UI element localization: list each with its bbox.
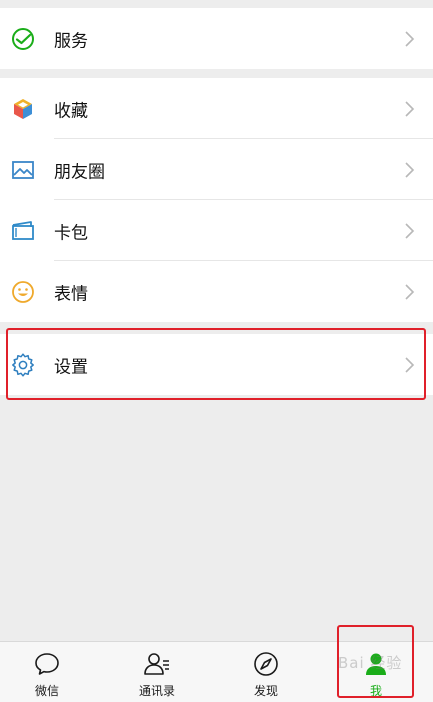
tab-contacts-label: 通讯录 [138, 684, 175, 698]
contacts-icon [144, 653, 169, 675]
me-tab-highlight-box [337, 625, 414, 698]
service-row[interactable]: 服务 [0, 8, 433, 69]
chevron-right-icon [405, 283, 415, 300]
compass-icon [254, 652, 278, 676]
cube-icon [10, 96, 36, 122]
features-group: 收藏 朋友圈 卡包 表情 [0, 78, 433, 322]
chevron-right-icon [405, 222, 415, 239]
chevron-right-icon [405, 30, 415, 47]
smiley-icon [10, 279, 36, 305]
stickers-row[interactable]: 表情 [0, 261, 433, 322]
chevron-right-icon [405, 161, 415, 178]
cards-label: 卡包 [54, 223, 88, 243]
tab-contacts[interactable]: 通讯录 [117, 642, 197, 702]
service-label: 服务 [54, 31, 88, 51]
stickers-label: 表情 [54, 284, 88, 304]
tab-discover[interactable]: 发现 [226, 642, 306, 702]
favorites-label: 收藏 [54, 101, 88, 121]
moments-label: 朋友圈 [54, 162, 105, 182]
card-wallet-icon [10, 218, 36, 244]
tab-discover-label: 发现 [253, 684, 278, 698]
settings-highlight-box [6, 328, 426, 400]
favorites-row[interactable]: 收藏 [0, 78, 433, 139]
moments-row[interactable]: 朋友圈 [0, 139, 433, 200]
picture-icon [10, 157, 36, 183]
cards-row[interactable]: 卡包 [0, 200, 433, 261]
chevron-right-icon [405, 100, 415, 117]
chat-bubble-icon [35, 653, 59, 675]
tab-chats[interactable]: 微信 [7, 642, 87, 702]
tab-chats-label: 微信 [34, 684, 59, 698]
service-check-icon [10, 26, 36, 52]
service-group: 服务 [0, 8, 433, 69]
